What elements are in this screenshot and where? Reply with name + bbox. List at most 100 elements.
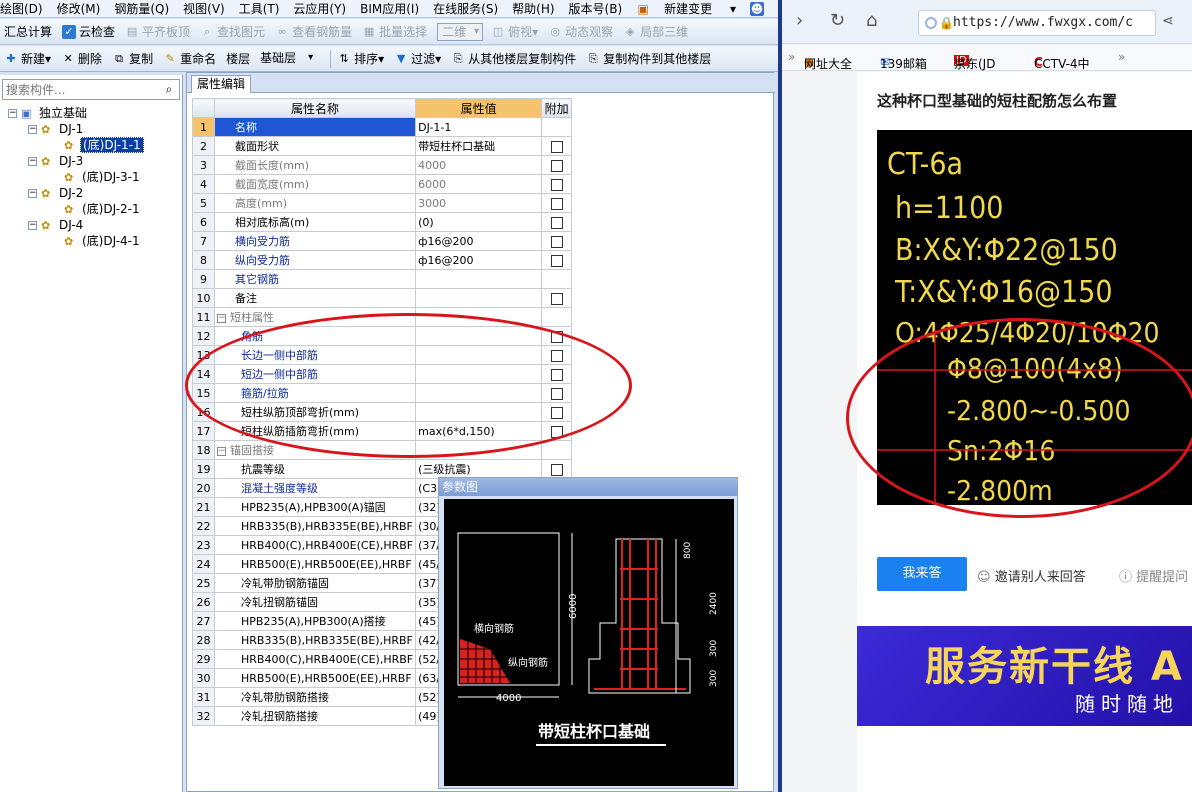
top-view-button[interactable]: ◫ 俯视 ▾ <box>491 23 538 40</box>
remind-link[interactable]: ⓘ 提醒提问 <box>1119 566 1188 585</box>
property-value[interactable]: ф16@200 <box>415 231 543 251</box>
flat-slab-button[interactable]: ▤ 平齐板顶 <box>125 23 190 40</box>
menu-tools[interactable]: 工具(T) <box>239 0 280 17</box>
dynamic-view-button[interactable]: ◎ 动态观察 <box>548 23 613 40</box>
tree-item[interactable]: ✿ (底)DJ-1-1 <box>0 137 183 153</box>
component-gear-icon: ✿ <box>41 154 51 168</box>
menu-cloud[interactable]: 云应用(Y) <box>293 0 346 17</box>
delete-icon: ✕ <box>63 51 73 65</box>
tree-root[interactable]: − ▣ 独立基础 <box>0 105 183 121</box>
refresh-icon[interactable]: ↻ <box>830 10 845 31</box>
summary-button[interactable]: 汇总计算 <box>4 23 52 40</box>
extra-checkbox[interactable] <box>550 216 563 229</box>
tree-item[interactable]: ✿ (底)DJ-3-1 <box>0 169 183 185</box>
tree-group[interactable]: − ✿ DJ-1 <box>0 121 183 137</box>
menu-rebar-qty[interactable]: 钢筋量(Q) <box>114 0 169 17</box>
tree-group[interactable]: − ✿ DJ-4 <box>0 217 183 233</box>
forward-icon[interactable]: › <box>796 10 803 31</box>
component-search-input[interactable] <box>3 80 153 99</box>
url-input[interactable]: 🔒 https://www.fwxgx.com/c <box>918 10 1156 36</box>
extra-checkbox[interactable] <box>550 178 563 191</box>
collapse-icon[interactable]: − <box>28 221 37 230</box>
ad-banner[interactable]: 服务新干线 A 随时随地 <box>857 626 1192 726</box>
extra-checkbox[interactable] <box>550 159 563 172</box>
extra-checkbox[interactable] <box>550 140 563 153</box>
copy-from-floor-button[interactable]: ⎘ 从其他楼层复制构件 <box>451 50 576 67</box>
floor-select[interactable]: 基础层 <box>256 50 316 68</box>
find-element-button[interactable]: ⌕ 查找图元 <box>200 23 265 40</box>
menu-new-change[interactable]: ▣ 新建变更 ▾ <box>636 0 736 17</box>
property-row[interactable]: 6 相对底标高(m) (0) <box>192 212 573 232</box>
tree-item[interactable]: ✿ (底)DJ-2-1 <box>0 201 183 217</box>
extra-checkbox[interactable] <box>550 463 563 476</box>
menu-online[interactable]: 在线服务(S) <box>433 0 498 17</box>
property-value[interactable]: ф16@200 <box>415 250 543 270</box>
property-row[interactable]: 5 高度(mm) 3000 <box>192 193 573 213</box>
cloud-check-button[interactable]: ✓ 云检查 <box>62 23 115 40</box>
batch-select-button[interactable]: ▦ 批量选择 <box>362 23 427 40</box>
tree-group[interactable]: − ✿ DJ-3 <box>0 153 183 169</box>
property-row[interactable]: 7 横向受力筋 ф16@200 <box>192 231 573 251</box>
property-row[interactable]: 2 截面形状 带短柱杯口基础 <box>192 136 573 156</box>
view-rebar-button[interactable]: ∞ 查看钢筋量 <box>275 23 352 40</box>
property-value[interactable]: DJ-1-1 <box>415 117 543 137</box>
local-3d-button[interactable]: ◈ 局部三维 <box>623 23 688 40</box>
copy-to-floor-button[interactable]: ⎘ 复制构件到其他楼层 <box>586 50 711 67</box>
menu-view[interactable]: 视图(V) <box>183 0 225 17</box>
group-collapse-icon[interactable]: − <box>217 313 226 323</box>
home-icon[interactable]: ⌂ <box>866 10 877 31</box>
menu-version[interactable]: 版本号(B) <box>569 0 623 17</box>
copy-button[interactable]: ⧉ 复制 <box>112 50 153 67</box>
tab-property-edit[interactable]: 属性编辑 <box>191 75 252 93</box>
menu-login[interactable]: ☻登录 ▾ <box>750 0 778 17</box>
property-value[interactable]: 带短柱杯口基础 <box>415 136 543 156</box>
property-row[interactable]: 19 抗震等级 (三级抗震) <box>192 459 573 479</box>
property-value[interactable]: (三级抗震) <box>415 459 543 479</box>
menu-bim[interactable]: BIM应用(I) <box>360 0 419 17</box>
property-row[interactable]: 10 备注 <box>192 288 573 308</box>
extra-checkbox[interactable] <box>550 254 563 267</box>
property-row[interactable]: 9 其它钢筋 <box>192 269 573 289</box>
property-value[interactable] <box>415 269 543 289</box>
invite-link[interactable]: ☺ 邀请别人来回答 <box>977 566 1086 585</box>
property-value[interactable]: 3000 <box>415 193 543 213</box>
property-extra <box>541 193 573 213</box>
sort-button[interactable]: ⇅ 排序 ▾ <box>337 50 385 67</box>
label-horizontal-rebar: 横向钢筋 <box>474 622 514 635</box>
collapse-icon[interactable]: − <box>28 125 37 134</box>
collapse-icon[interactable]: − <box>28 157 37 166</box>
extra-checkbox[interactable] <box>550 292 563 305</box>
menu-draw[interactable]: 绘图(D) <box>0 0 43 17</box>
share-icon[interactable]: ⋖ <box>1162 13 1174 29</box>
tree-item[interactable]: ✿ (底)DJ-4-1 <box>0 233 183 249</box>
property-row[interactable]: 4 截面宽度(mm) 6000 <box>192 174 573 194</box>
search-icon[interactable]: ⌕ <box>161 82 177 98</box>
collapse-icon[interactable]: − <box>28 189 37 198</box>
extra-checkbox[interactable] <box>550 235 563 248</box>
property-row[interactable]: 3 截面长度(mm) 4000 <box>192 155 573 175</box>
property-row[interactable]: 1 名称 DJ-1-1 <box>192 117 573 137</box>
property-name: 混凝土强度等级 <box>213 478 417 498</box>
bookmark-overflow-icon[interactable]: » <box>1118 50 1125 64</box>
filter-button[interactable]: ▼ 过滤 ▾ <box>394 50 441 67</box>
row-number: 21 <box>192 497 215 517</box>
bookmark-overflow-icon[interactable]: » <box>788 50 795 64</box>
extra-checkbox[interactable] <box>550 197 563 210</box>
answer-button[interactable]: 我来答 <box>877 557 967 591</box>
property-value[interactable]: 6000 <box>415 174 543 194</box>
menu-help[interactable]: 帮助(H) <box>512 0 554 17</box>
new-button[interactable]: ✚ 新建 ▾ <box>4 50 51 67</box>
property-extra <box>541 459 573 479</box>
property-value[interactable]: 4000 <box>415 155 543 175</box>
tree-group[interactable]: − ✿ DJ-2 <box>0 185 183 201</box>
property-value[interactable] <box>415 288 543 308</box>
group-collapse-icon[interactable]: − <box>217 446 226 456</box>
menu-modify[interactable]: 修改(M) <box>57 0 101 17</box>
property-value[interactable]: (0) <box>415 212 543 232</box>
collapse-icon[interactable]: − <box>8 109 17 118</box>
property-extra <box>541 174 573 194</box>
rename-button[interactable]: ✎ 重命名 <box>163 50 216 67</box>
property-row[interactable]: 8 纵向受力筋 ф16@200 <box>192 250 573 270</box>
view-mode-select[interactable]: 二维 <box>437 22 484 41</box>
delete-button[interactable]: ✕ 删除 <box>61 50 102 67</box>
